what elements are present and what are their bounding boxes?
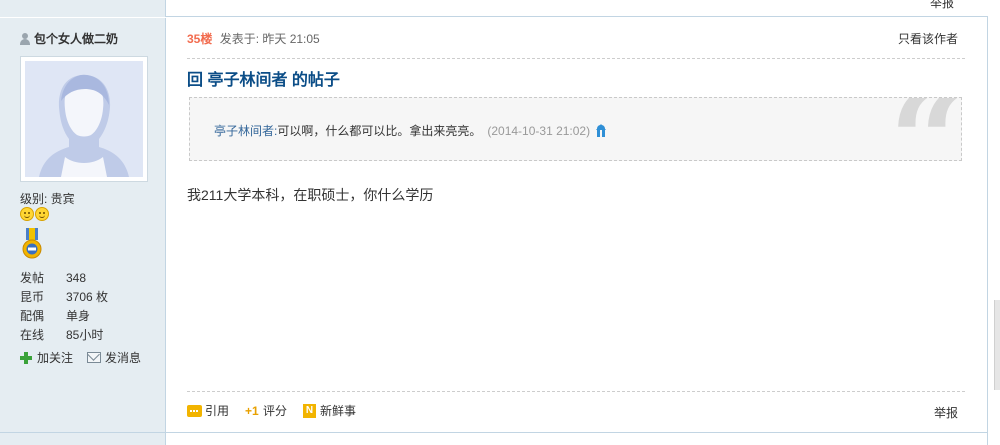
author-name-row[interactable]: 包个女人做二奶 bbox=[20, 30, 118, 47]
previous-post-strip: 举报 bbox=[0, 0, 988, 17]
share-news-button[interactable]: N 新鲜事 bbox=[303, 402, 356, 419]
rate-button[interactable]: +1 评分 bbox=[245, 402, 287, 419]
follow-button[interactable]: 加关注 bbox=[20, 349, 73, 366]
smiley-badge-icon bbox=[35, 207, 49, 221]
quote-bubble-icon bbox=[187, 404, 202, 417]
post-meta: 35楼 发表于: 昨天 21:05 bbox=[187, 30, 320, 47]
quote-text: 可以啊，什么都可以比。拿出来亮亮。 bbox=[277, 124, 482, 138]
level-badges bbox=[20, 207, 49, 221]
stat-row: 配偶 单身 bbox=[20, 307, 108, 326]
next-post-sidebar bbox=[0, 433, 166, 445]
stat-row: 在线 85小时 bbox=[20, 326, 108, 345]
news-icon: N bbox=[303, 403, 317, 418]
author-sidebar: 包个女人做二奶 级别: 贵宾 发帖 348 昆币 3706 枚 配偶 单身 在线… bbox=[0, 18, 166, 432]
quote-button-label: 引用 bbox=[205, 404, 230, 418]
actions-divider bbox=[187, 391, 965, 392]
stat-value: 3706 枚 bbox=[66, 290, 109, 304]
stat-key: 配偶 bbox=[20, 309, 45, 323]
report-link[interactable]: 举报 bbox=[934, 404, 958, 421]
user-icon bbox=[20, 32, 30, 45]
next-post-strip bbox=[0, 432, 988, 445]
author-stats: 发帖 348 昆币 3706 枚 配偶 单身 在线 85小时 bbox=[20, 269, 108, 345]
only-author-link[interactable]: 只看该作者 bbox=[898, 30, 958, 47]
floor-number[interactable]: 35楼 bbox=[187, 32, 212, 46]
mail-icon bbox=[87, 352, 102, 363]
smiley-badge-icon bbox=[20, 207, 34, 221]
previous-report-link[interactable]: 举报 bbox=[930, 0, 954, 9]
quote-content: 亭子林间者: 可以啊，什么都可以比。拿出来亮亮。 (2014-10-31 21:… bbox=[214, 122, 608, 139]
default-avatar-image bbox=[25, 61, 143, 177]
stat-key: 昆币 bbox=[20, 290, 45, 304]
meta-divider bbox=[187, 58, 965, 59]
quote-mark-icon: “ bbox=[889, 98, 961, 160]
quote-author-link[interactable]: 亭子林间者: bbox=[214, 122, 277, 139]
stat-value: 85小时 bbox=[66, 328, 104, 342]
stat-value: 348 bbox=[66, 271, 87, 285]
rate-button-label: 评分 bbox=[263, 404, 288, 418]
share-news-label: 新鲜事 bbox=[320, 404, 357, 418]
stat-row: 昆币 3706 枚 bbox=[20, 288, 108, 307]
member-level: 级别: 贵宾 bbox=[20, 192, 75, 206]
send-message-button[interactable]: 发消息 bbox=[87, 349, 141, 366]
jump-to-quote-icon[interactable] bbox=[594, 123, 608, 138]
post-actions: 引用 +1 评分 N 新鲜事 bbox=[187, 402, 356, 419]
plus-one-icon: +1 bbox=[245, 403, 259, 418]
author-actions: 加关注 发消息 bbox=[20, 349, 141, 366]
page-scrollbar[interactable] bbox=[994, 300, 1000, 390]
quote-button[interactable]: 引用 bbox=[187, 402, 229, 419]
stat-value: 单身 bbox=[66, 309, 91, 323]
plus-icon bbox=[20, 351, 32, 364]
quote-block: “ 亭子林间者: 可以啊，什么都可以比。拿出来亮亮。 (2014-10-31 2… bbox=[189, 97, 962, 161]
avatar[interactable] bbox=[20, 56, 148, 182]
avatar-silhouette-icon bbox=[25, 61, 143, 177]
send-message-label: 发消息 bbox=[105, 351, 142, 365]
stat-key: 在线 bbox=[20, 328, 45, 342]
medal-icon bbox=[22, 228, 42, 259]
stat-row: 发帖 348 bbox=[20, 269, 108, 288]
post-title: 回 亭子林间者 的帖子 bbox=[187, 72, 340, 89]
post-content: 35楼 发表于: 昨天 21:05 只看该作者 回 亭子林间者 的帖子 “ 亭子… bbox=[167, 18, 988, 432]
quote-date: (2014-10-31 21:02) bbox=[487, 123, 591, 138]
post-body: 我211大学本科，在职硕士，你什么学历 bbox=[187, 187, 434, 203]
author-name[interactable]: 包个女人做二奶 bbox=[34, 30, 118, 47]
post-time: 发表于: 昨天 21:05 bbox=[219, 32, 320, 46]
follow-label: 加关注 bbox=[37, 351, 74, 365]
previous-post-sidebar bbox=[0, 0, 166, 17]
stat-key: 发帖 bbox=[20, 271, 45, 285]
